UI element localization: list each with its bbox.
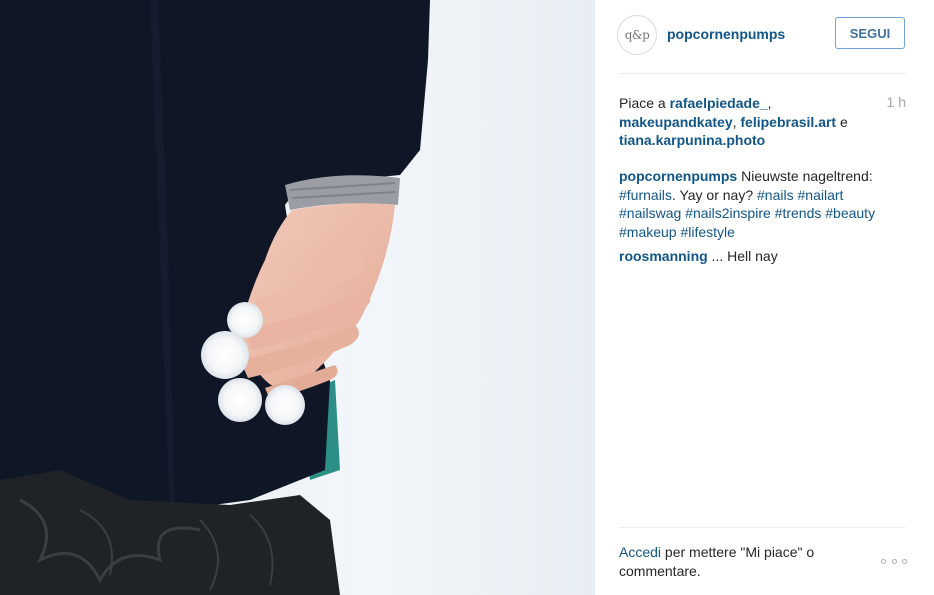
- hashtag-link[interactable]: #trends: [775, 205, 822, 221]
- comment-text: ... Hell nay: [707, 248, 778, 264]
- likes-conjunction: e: [836, 113, 848, 130]
- photo-illustration: [0, 0, 595, 595]
- avatar-logo: q&p: [624, 28, 650, 42]
- post-header: q&p popcornenpumps SEGUI: [595, 0, 934, 73]
- caption-author-link[interactable]: popcornenpumps: [619, 168, 737, 184]
- liker-link[interactable]: tiana.karpunina.photo: [619, 132, 765, 148]
- caption-text: Nieuwste nageltrend:: [737, 168, 873, 184]
- hashtag-link[interactable]: #nails: [757, 187, 794, 203]
- hashtag-link[interactable]: #makeup: [619, 224, 677, 240]
- follow-button[interactable]: SEGUI: [835, 17, 905, 49]
- likes-summary: Piace a rafaelpiedade_, makeupandkatey, f…: [619, 94, 881, 150]
- hashtag-link[interactable]: #nailswag: [619, 205, 681, 221]
- hashtag-link[interactable]: #beauty: [825, 205, 875, 221]
- liker-link[interactable]: rafaelpiedade_: [670, 95, 768, 111]
- liker-link[interactable]: makeupandkatey: [619, 114, 733, 130]
- dot: [902, 558, 907, 564]
- liker-link[interactable]: felipebrasil.art: [740, 114, 836, 130]
- dot: [891, 558, 897, 564]
- comment-item: roosmanning ... Hell nay: [619, 247, 909, 266]
- hashtag-link[interactable]: #nailart: [798, 187, 844, 203]
- caption-text: . Yay or nay?: [671, 186, 758, 203]
- dot: [881, 558, 886, 564]
- comments-list: popcornenpumps Nieuwste nageltrend: #fur…: [619, 167, 909, 272]
- hashtag-link[interactable]: #lifestyle: [680, 224, 734, 240]
- hashtag-link[interactable]: #furnails: [619, 187, 672, 203]
- login-link[interactable]: Accedi: [619, 544, 661, 560]
- header-divider: [619, 73, 906, 74]
- comment-author-link[interactable]: roosmanning: [619, 248, 708, 264]
- caption: popcornenpumps Nieuwste nageltrend: #fur…: [619, 167, 909, 241]
- post-details-panel: q&p popcornenpumps SEGUI Piace a rafaelp…: [595, 0, 934, 595]
- avatar[interactable]: q&p: [617, 15, 657, 55]
- more-options-icon[interactable]: [881, 555, 907, 567]
- footer-divider: [619, 527, 906, 528]
- username-link[interactable]: popcornenpumps: [667, 26, 785, 42]
- post-timestamp[interactable]: 1 h: [887, 94, 906, 110]
- likes-prefix: Piace a: [619, 95, 670, 111]
- hashtag-link[interactable]: #nails2inspire: [685, 205, 771, 221]
- login-prompt: Accedi per mettere "Mi piace" o commenta…: [619, 543, 849, 581]
- likes-separator: ,: [767, 95, 772, 111]
- post-photo[interactable]: [0, 0, 595, 595]
